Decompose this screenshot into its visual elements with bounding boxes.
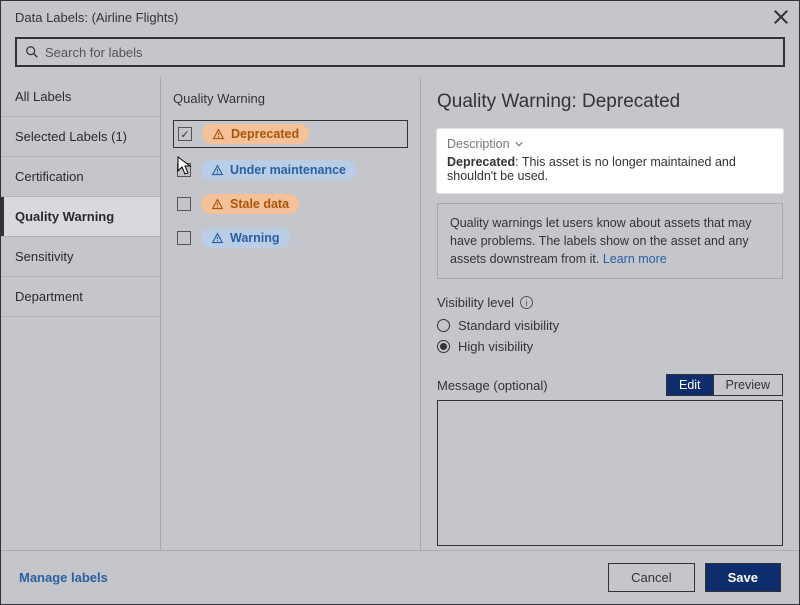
dialog-body: All Labels Selected Labels (1) Certifica… <box>1 77 799 550</box>
sidebar-item-selected-labels[interactable]: Selected Labels (1) <box>1 117 160 157</box>
pill-stale-data: Stale data <box>201 194 299 214</box>
message-textarea[interactable] <box>437 400 783 546</box>
description-toggle[interactable]: Description <box>447 137 773 151</box>
pill-label: Stale data <box>230 197 289 211</box>
description-box: Description Deprecated: This asset is no… <box>437 129 783 193</box>
warning-icon <box>212 128 225 141</box>
close-button[interactable] <box>771 7 791 27</box>
label-list-panel: Quality Warning Deprecated Under mainten… <box>161 77 421 550</box>
search-input[interactable] <box>45 45 775 60</box>
label-row-warning[interactable]: Warning <box>173 226 408 250</box>
sidebar-item-all-labels[interactable]: All Labels <box>1 77 160 117</box>
checkbox-under-maintenance[interactable] <box>177 163 191 177</box>
radio-label: Standard visibility <box>458 318 559 333</box>
visibility-label-row: Visibility level i <box>437 295 783 310</box>
cancel-button[interactable]: Cancel <box>608 563 694 592</box>
label-list-title: Quality Warning <box>173 91 408 106</box>
radio-icon <box>437 340 450 353</box>
description-body: Deprecated: This asset is no longer main… <box>447 155 773 183</box>
tab-preview[interactable]: Preview <box>713 374 783 396</box>
search-wrap <box>1 31 799 77</box>
detail-heading: Quality Warning: Deprecated <box>437 91 783 113</box>
info-box: Quality warnings let users know about as… <box>437 203 783 279</box>
dialog-title: Data Labels: (Airline Flights) <box>15 10 178 25</box>
label-row-stale-data[interactable]: Stale data <box>173 192 408 216</box>
pill-deprecated: Deprecated <box>202 124 309 144</box>
checkbox-deprecated[interactable] <box>178 127 192 141</box>
detail-panel: Quality Warning: Deprecated Description … <box>421 77 799 550</box>
warning-icon <box>211 198 224 211</box>
pill-warning: Warning <box>201 228 290 248</box>
search-icon <box>25 45 39 59</box>
sidebar-item-department[interactable]: Department <box>1 277 160 317</box>
checkbox-warning[interactable] <box>177 231 191 245</box>
tab-edit[interactable]: Edit <box>666 374 713 396</box>
info-text: Quality warnings let users know about as… <box>450 216 752 266</box>
sidebar: All Labels Selected Labels (1) Certifica… <box>1 77 161 550</box>
message-tabs: Edit Preview <box>666 374 783 396</box>
search-box[interactable] <box>15 37 785 67</box>
chevron-down-icon <box>514 139 524 149</box>
radio-label: High visibility <box>458 339 533 354</box>
message-label: Message (optional) <box>437 378 548 393</box>
label-row-deprecated[interactable]: Deprecated <box>173 120 408 148</box>
learn-more-link[interactable]: Learn more <box>603 252 667 266</box>
manage-labels-link[interactable]: Manage labels <box>19 570 108 585</box>
save-button[interactable]: Save <box>705 563 781 592</box>
pill-label: Deprecated <box>231 127 299 141</box>
radio-standard-visibility[interactable]: Standard visibility <box>437 318 783 333</box>
sidebar-item-certification[interactable]: Certification <box>1 157 160 197</box>
radio-high-visibility[interactable]: High visibility <box>437 339 783 354</box>
checkbox-stale-data[interactable] <box>177 197 191 211</box>
sidebar-item-sensitivity[interactable]: Sensitivity <box>1 237 160 277</box>
pill-label: Under maintenance <box>230 163 346 177</box>
warning-icon <box>211 232 224 245</box>
pill-label: Warning <box>230 231 280 245</box>
info-icon[interactable]: i <box>520 296 533 309</box>
close-icon <box>771 7 791 27</box>
footer-buttons: Cancel Save <box>608 563 781 592</box>
label-row-under-maintenance[interactable]: Under maintenance <box>173 158 408 182</box>
message-header-row: Message (optional) Edit Preview <box>437 374 783 396</box>
description-label: Description <box>447 137 510 151</box>
visibility-label: Visibility level <box>437 295 514 310</box>
titlebar: Data Labels: (Airline Flights) <box>1 1 799 31</box>
data-labels-dialog: Data Labels: (Airline Flights) All Label… <box>0 0 800 605</box>
radio-icon <box>437 319 450 332</box>
dialog-footer: Manage labels Cancel Save <box>1 550 799 604</box>
warning-icon <box>211 164 224 177</box>
sidebar-item-quality-warning[interactable]: Quality Warning <box>1 197 160 237</box>
pill-under-maintenance: Under maintenance <box>201 160 356 180</box>
description-name: Deprecated <box>447 155 515 169</box>
